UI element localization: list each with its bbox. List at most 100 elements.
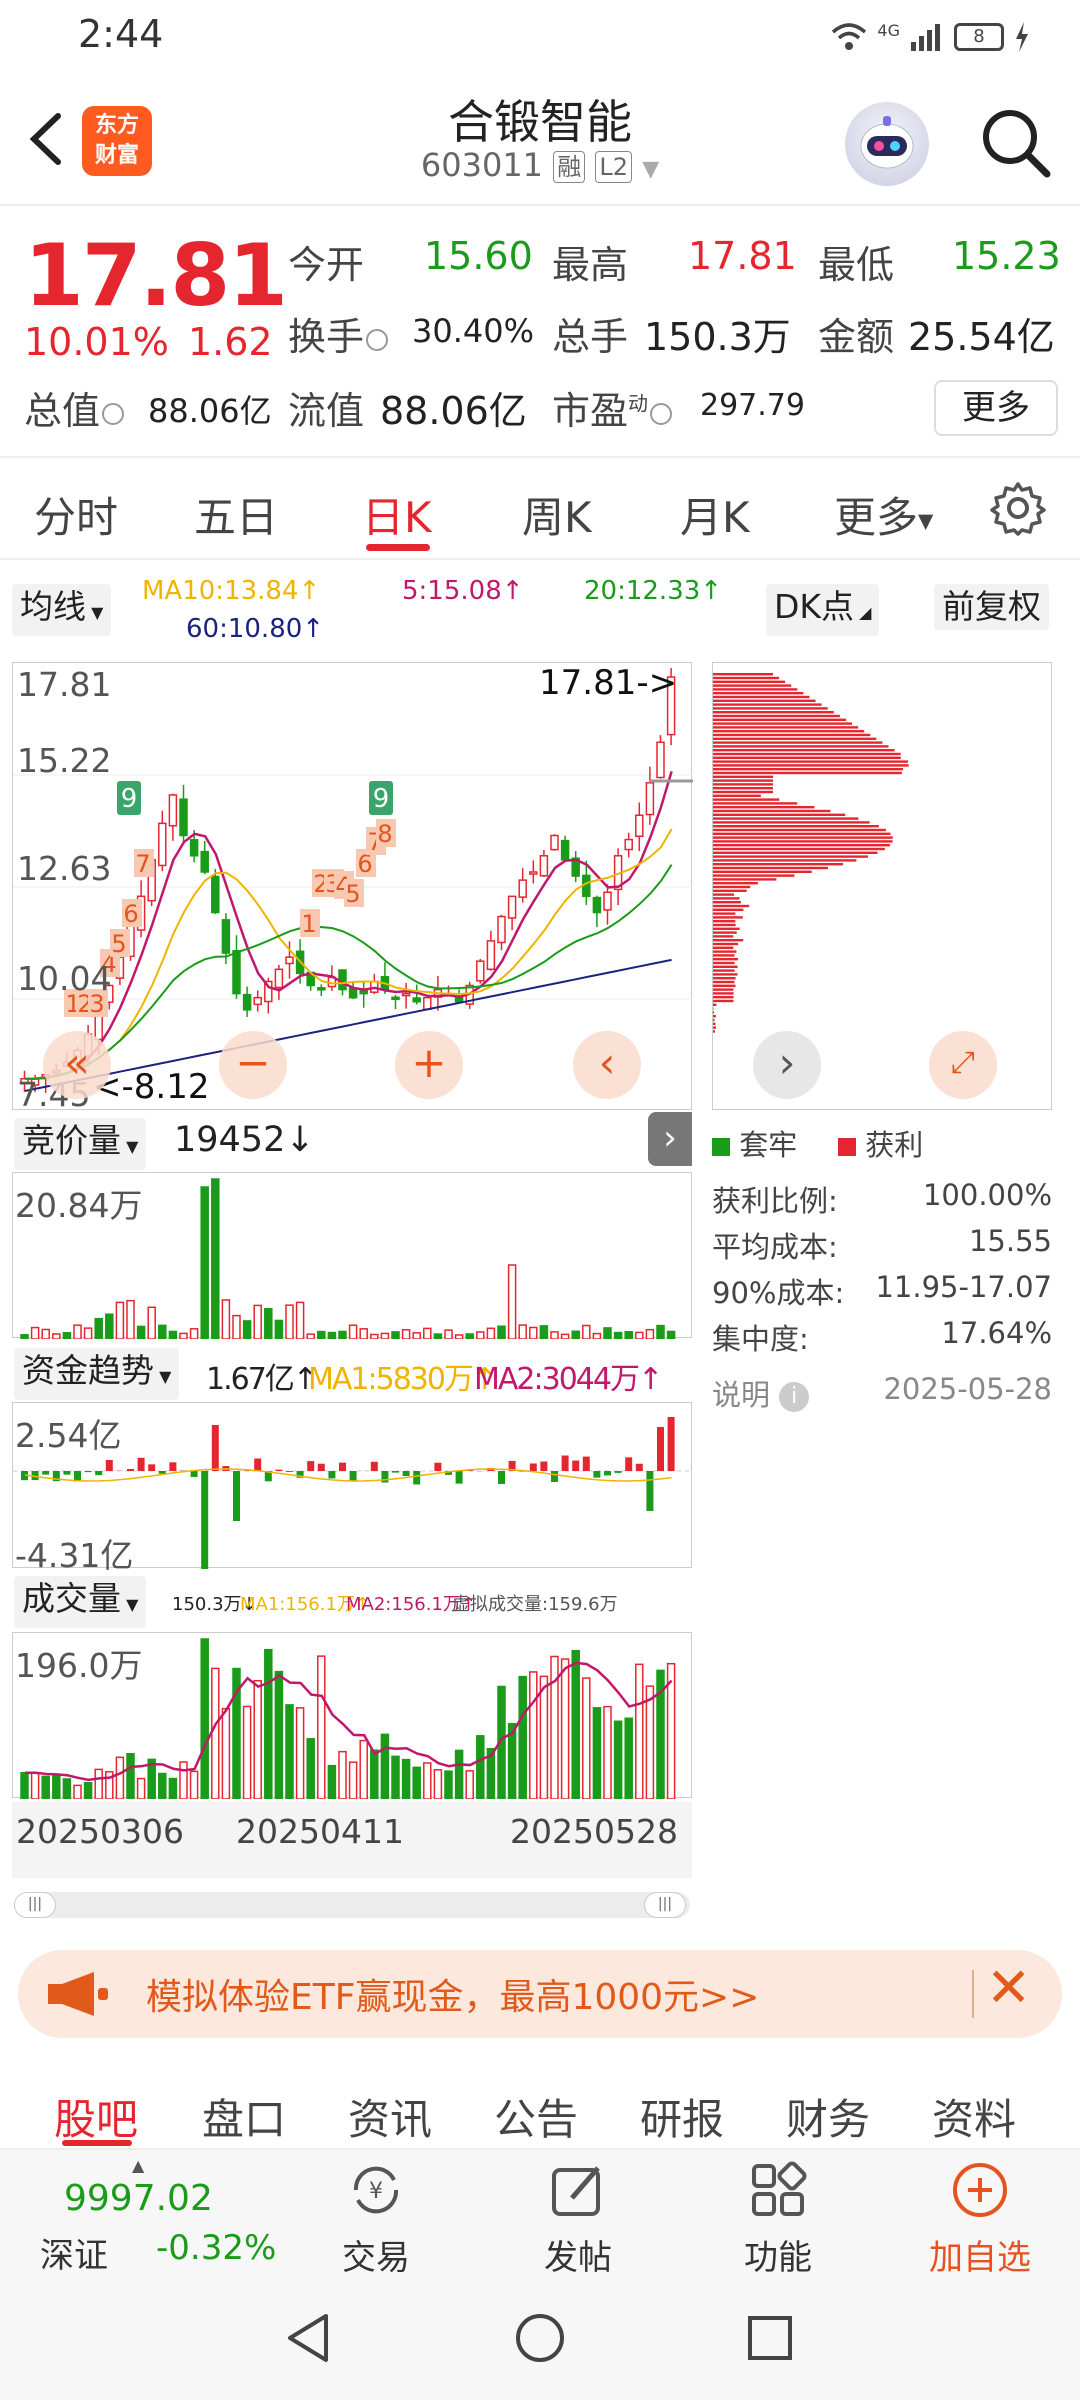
tab-monthly-k[interactable]: 月K [680, 484, 750, 545]
assistant-robot-icon[interactable] [845, 102, 929, 186]
volume-bar [30, 1326, 40, 1339]
fund-trend-selector[interactable]: 资金趋势 ▼ [14, 1348, 180, 1400]
info-icon[interactable] [102, 402, 125, 425]
ma-selector[interactable]: 均线 ▼ [12, 584, 112, 636]
volume-bar [370, 1333, 379, 1339]
index-name: 深证 [40, 2236, 108, 2276]
tab-more[interactable]: 更多▼ [834, 484, 933, 545]
rewind-button[interactable]: « [43, 1031, 111, 1099]
tab-intraday[interactable]: 分时 [34, 484, 118, 545]
tab-guba[interactable]: 股吧 [54, 2086, 138, 2147]
chip-bar [713, 912, 736, 915]
network-label: 4G [877, 20, 900, 40]
fund-bar [498, 1471, 505, 1484]
candle-body [518, 879, 527, 898]
promo-text: 模拟体验ETF赢现金，最高1000元>> [146, 1977, 760, 2018]
chip-bar [713, 718, 846, 721]
volume-bar [603, 1705, 612, 1799]
tab-news[interactable]: 资讯 [348, 2086, 432, 2147]
fund-ma2: MA2:3044万↑ [474, 1362, 663, 1397]
tab-finance[interactable]: 财务 [786, 2086, 870, 2147]
chip-next-button[interactable]: › [753, 1031, 821, 1099]
back-triangle-icon[interactable] [282, 2310, 338, 2366]
volume-bar [529, 1326, 538, 1339]
volume-bar [423, 1327, 432, 1339]
seq-label: 7 [135, 850, 150, 878]
tab-daily-k[interactable]: 日K [362, 484, 432, 545]
auction-volume-chart[interactable]: 20.84万 [12, 1172, 692, 1339]
tab-profile[interactable]: 资料 [932, 2086, 1016, 2147]
tab-research[interactable]: 研报 [640, 2086, 724, 2147]
pe-value: 297.79 [700, 388, 805, 423]
chip-bar [713, 1015, 716, 1018]
volume-bar [41, 1328, 50, 1339]
chip-note-row[interactable]: 说明 i 2025-05-28 [712, 1372, 1052, 1414]
volume-bar [168, 1777, 178, 1799]
info-icon[interactable] [650, 402, 673, 425]
search-icon[interactable] [975, 102, 1055, 182]
tab-announcements[interactable]: 公告 [494, 2086, 578, 2147]
fund-bar [657, 1427, 664, 1471]
info-icon[interactable] [366, 328, 389, 351]
auction-volume-selector[interactable]: 竞价量 ▼ [14, 1118, 147, 1170]
volume-bar [83, 1327, 93, 1339]
chip-bar [713, 752, 901, 756]
settings-gear-icon[interactable] [990, 480, 1046, 536]
chip-bar [713, 836, 893, 839]
add-circle-icon [953, 2163, 1007, 2217]
low-value: 15.23 [952, 234, 1061, 278]
volume-bar [73, 1784, 82, 1799]
fund-bar [148, 1464, 156, 1471]
candle-body [529, 871, 538, 875]
fund-bar [604, 1471, 611, 1476]
chip-bar [713, 775, 773, 778]
chip-bar [713, 847, 885, 851]
add-watchlist-button[interactable]: 加自选 [910, 2150, 1050, 2280]
chip-bar [713, 999, 734, 1003]
chip-bar [713, 817, 859, 820]
candle-body [232, 949, 241, 995]
candle-body [200, 850, 209, 873]
trade-button[interactable]: ¥ 交易 [306, 2150, 446, 2280]
tab-five-day[interactable]: 五日 [194, 484, 278, 545]
candle-body [412, 997, 421, 1003]
adjust-selector[interactable]: 前复权 [934, 584, 1049, 630]
tab-weekly-k[interactable]: 周K [522, 484, 592, 545]
collapse-panel-button[interactable]: › [648, 1112, 692, 1166]
chip-distribution-chart[interactable]: › ⤢ [712, 662, 1052, 1110]
scroll-handle-right[interactable]: ||| [644, 1892, 686, 1918]
chip-bar [713, 1011, 714, 1014]
promo-banner[interactable]: 模拟体验ETF赢现金，最高1000元>> ✕ [18, 1950, 1062, 2038]
chip-bar [713, 885, 751, 889]
low-label: 最低 [818, 243, 895, 287]
index-ticker[interactable]: 9997.02 深证 -0.32% ▲ [0, 2150, 300, 2280]
edit-icon [552, 2166, 600, 2216]
volume-bar [189, 1328, 199, 1339]
fund-bar [169, 1462, 177, 1471]
volume-chart[interactable]: 196.0万 [12, 1632, 692, 1799]
scroll-handle-left[interactable]: ||| [14, 1892, 56, 1918]
legend-profit: 获利 [838, 1122, 923, 1164]
candle-body [423, 996, 432, 1010]
fund-trend-chart[interactable]: 2.54亿 -4.31亿 [12, 1402, 693, 1575]
close-icon[interactable]: ✕ [986, 1956, 1031, 2019]
recents-square-icon[interactable] [742, 2310, 798, 2366]
volume-selector[interactable]: 成交量 ▼ [14, 1576, 147, 1628]
scroll-left-button[interactable]: ‹ [573, 1031, 641, 1099]
zoom-out-button[interactable]: − [219, 1031, 287, 1099]
expand-icon[interactable]: ⤢ [929, 1031, 997, 1099]
kline-chart[interactable]: 12345679123456789 17.81 15.22 12.63 10.0… [12, 662, 693, 1114]
index-value: 9997.02 [64, 2178, 213, 2219]
volume-bar [126, 1753, 135, 1799]
tab-order-book[interactable]: 盘口 [202, 2086, 286, 2147]
volume-bar [327, 1764, 337, 1799]
post-button[interactable]: 发帖 [508, 2150, 648, 2280]
chart-scrollbar[interactable]: ||| ||| [14, 1892, 690, 1918]
volume-bar [423, 1762, 432, 1799]
home-circle-icon[interactable] [512, 2310, 568, 2366]
zoom-in-button[interactable]: + [395, 1031, 463, 1099]
function-button[interactable]: 功能 [708, 2150, 848, 2280]
dk-point-selector[interactable]: DK点 ◢ [766, 584, 880, 636]
more-button[interactable]: 更多 [934, 380, 1058, 436]
volume-bar [295, 1707, 305, 1799]
